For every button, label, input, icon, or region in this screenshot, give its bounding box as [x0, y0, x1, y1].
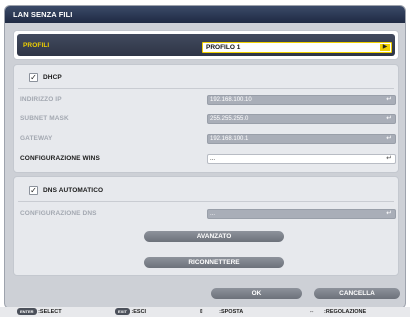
enter-icon: ↵: [386, 210, 392, 217]
wins-config-field[interactable]: ... ↵: [207, 154, 396, 164]
ip-address-value: 192.168.100.10: [210, 97, 252, 103]
dns-panel: ✓ DNS AUTOMATICO CONFIGURAZIONE DNS ... …: [13, 176, 399, 276]
profile-value: PROFILO 1: [206, 44, 241, 51]
reconnect-button[interactable]: RICONNETTERE: [144, 257, 284, 268]
move-hint: ⇕ :SPOSTA: [199, 308, 243, 316]
dns-config-field[interactable]: ... ↵: [207, 209, 396, 219]
network-settings-panel: ✓ DHCP INDIRIZZO IP 192.168.100.10 ↵ SUB…: [13, 64, 399, 173]
enter-key-icon: ENTER: [17, 308, 37, 315]
wins-config-label: CONFIGURAZIONE WINS: [20, 155, 100, 162]
gateway-value: 192.168.100.1: [210, 136, 249, 142]
up-down-icon: ⇕: [199, 309, 204, 315]
ip-address-label: INDIRIZZO IP: [20, 96, 62, 103]
subnet-mask-field[interactable]: 255.255.255.0 ↵: [207, 114, 396, 124]
enter-icon: ↵: [386, 135, 392, 142]
profile-row[interactable]: PROFILI PROFILO 1 ▶: [17, 34, 395, 56]
dialog-title: LAN SENZA FILI: [5, 6, 405, 23]
profile-select[interactable]: PROFILO 1 ▶: [202, 42, 392, 53]
dns-auto-checkbox[interactable]: ✓: [29, 186, 38, 195]
adjust-hint: ⇔ :REGOLAZIONE: [309, 308, 366, 316]
enter-icon: ↵: [386, 155, 392, 162]
cancel-button[interactable]: CANCELLA: [314, 288, 400, 299]
wireless-lan-dialog: LAN SENZA FILI PROFILI PROFILO 1 ▶ ✓ DHC…: [4, 5, 406, 309]
subnet-mask-label: SUBNET MASK: [20, 115, 69, 122]
enter-key-hint: ENTER :SELECT: [17, 308, 62, 316]
key-hint-bar: ENTER :SELECT EXIT :ESCI ⇕ :SPOSTA ⇔ :RE…: [0, 307, 410, 317]
move-hint-label: :SPOSTA: [219, 309, 244, 315]
exit-key-hint: EXIT :ESCI: [115, 308, 146, 316]
enter-icon: ↵: [386, 96, 392, 103]
select-hint-label: :SELECT: [38, 309, 62, 315]
ok-button[interactable]: OK: [211, 288, 302, 299]
divider: [18, 201, 394, 202]
advanced-button[interactable]: AVANZATO: [144, 231, 284, 242]
dns-auto-label: DNS AUTOMATICO: [43, 187, 104, 194]
gateway-label: GATEWAY: [20, 135, 53, 142]
dhcp-checkbox[interactable]: ✓: [29, 73, 38, 82]
exit-key-icon: EXIT: [115, 308, 130, 315]
wins-config-value: ...: [210, 156, 216, 162]
profile-panel: PROFILI PROFILO 1 ▶: [13, 30, 399, 60]
exit-hint-label: :ESCI: [131, 309, 147, 315]
left-right-icon: ⇔: [309, 309, 315, 315]
subnet-mask-value: 255.255.255.0: [210, 116, 249, 122]
dns-config-label: CONFIGURAZIONE DNS: [20, 210, 97, 217]
profile-label: PROFILI: [23, 42, 50, 49]
divider: [18, 88, 394, 89]
ip-address-field[interactable]: 192.168.100.10 ↵: [207, 95, 396, 105]
arrow-right-icon[interactable]: ▶: [380, 44, 390, 51]
adjust-hint-label: :REGOLAZIONE: [324, 309, 367, 315]
enter-icon: ↵: [386, 115, 392, 122]
dhcp-label: DHCP: [43, 74, 62, 81]
gateway-field[interactable]: 192.168.100.1 ↵: [207, 134, 396, 144]
dns-config-value: ...: [210, 211, 216, 217]
